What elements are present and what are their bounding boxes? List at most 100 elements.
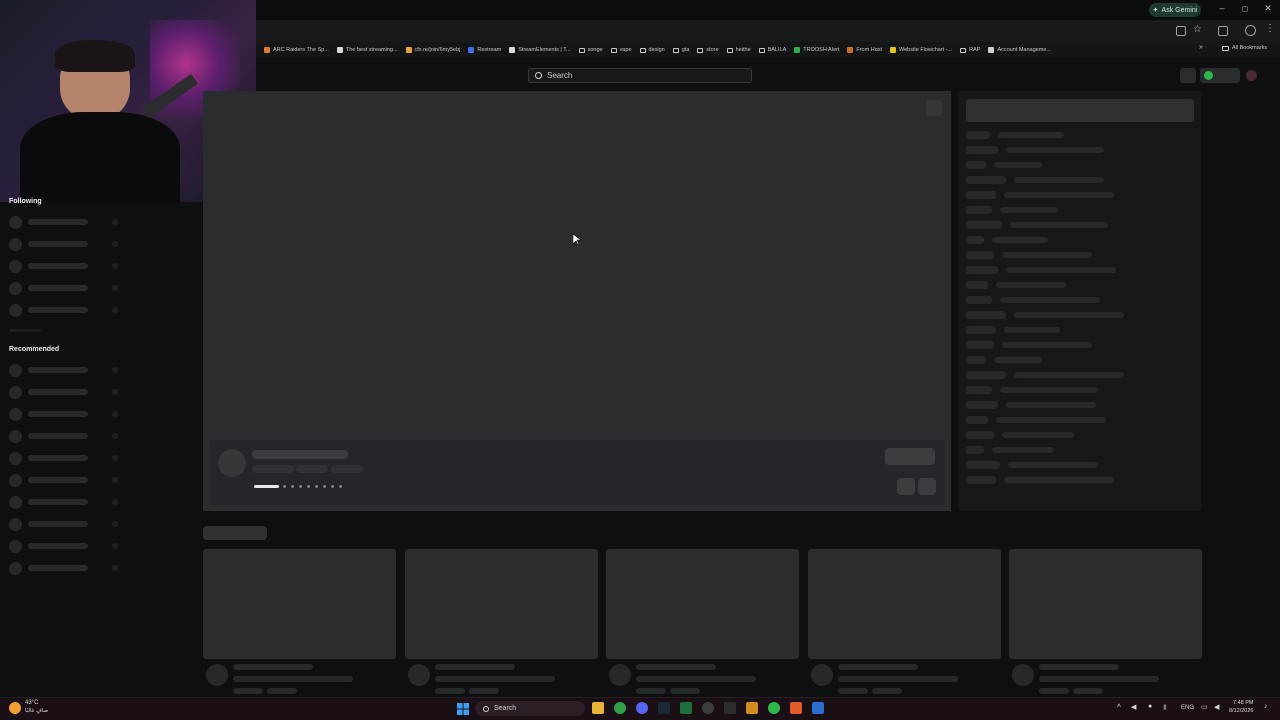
carousel-dot[interactable] xyxy=(323,485,326,488)
bookmarks-more-chevron[interactable]: » xyxy=(1199,44,1203,51)
mic-icon[interactable]: ▮ xyxy=(1163,703,1167,711)
app-icon[interactable] xyxy=(724,702,736,714)
channel-avatar[interactable] xyxy=(9,430,22,443)
bookmark-item[interactable]: Restream xyxy=(468,47,501,53)
channel-avatar[interactable] xyxy=(811,664,833,686)
channel-avatar[interactable] xyxy=(9,260,22,273)
carousel-dot[interactable] xyxy=(307,485,310,488)
chrome-icon[interactable] xyxy=(614,702,626,714)
channel-avatar[interactable] xyxy=(9,474,22,487)
network-icon[interactable]: ▭ xyxy=(1201,703,1208,711)
profile-icon[interactable] xyxy=(1245,25,1256,36)
app-icon[interactable] xyxy=(790,702,802,714)
tray-chevron-icon[interactable]: ˄ xyxy=(1117,703,1121,710)
recommended-heading: Recommended xyxy=(9,346,60,353)
stream-card-thumbnail[interactable] xyxy=(1009,549,1202,659)
speaker-icon[interactable]: ◀ xyxy=(1214,703,1219,711)
weather-icon[interactable] xyxy=(9,702,21,714)
channel-avatar[interactable] xyxy=(9,282,22,295)
close-button[interactable]: ✕ xyxy=(1261,3,1275,14)
language-indicator[interactable]: ENG xyxy=(1181,705,1194,711)
bookmark-item[interactable]: heithe xyxy=(726,47,751,53)
tray-app-icon[interactable]: ● xyxy=(1148,703,1152,710)
following-heading: Following xyxy=(9,198,42,205)
carousel-dot[interactable] xyxy=(299,485,302,488)
obs-icon[interactable] xyxy=(702,702,714,714)
bookmark-item[interactable]: From Host xyxy=(847,47,882,53)
channel-avatar[interactable] xyxy=(9,496,22,509)
channel-avatar[interactable] xyxy=(9,386,22,399)
translate-icon[interactable] xyxy=(1176,26,1186,36)
bookmark-item[interactable]: ARC Raiders The Sp... xyxy=(264,47,329,53)
minimize-button[interactable]: – xyxy=(1215,3,1229,13)
channel-avatar[interactable] xyxy=(1012,664,1034,686)
bookmark-item[interactable]: songe xyxy=(578,47,603,53)
app-icon[interactable] xyxy=(746,702,758,714)
player-corner-button[interactable] xyxy=(926,100,942,116)
steam-icon[interactable] xyxy=(658,702,670,714)
bookmark-item[interactable]: cfx.re/join/6my5ebj xyxy=(405,47,460,53)
app-icon[interactable] xyxy=(812,702,824,714)
carousel-dot[interactable] xyxy=(315,485,318,488)
avatar[interactable] xyxy=(1246,70,1257,81)
carousel-dot[interactable] xyxy=(331,485,334,488)
bookmark-item[interactable]: TROOSH Alert xyxy=(794,47,839,53)
channel-avatar[interactable] xyxy=(206,664,228,686)
discord-icon[interactable] xyxy=(636,702,648,714)
channel-avatar[interactable] xyxy=(9,364,22,377)
channel-avatar[interactable] xyxy=(9,562,22,575)
list-item-placeholder xyxy=(966,191,996,199)
clock-time[interactable]: 7:48 PM xyxy=(1233,700,1253,706)
app-icon[interactable] xyxy=(680,702,692,714)
bookmark-item[interactable]: design xyxy=(639,47,665,53)
next-button[interactable] xyxy=(918,478,936,495)
list-item-placeholder xyxy=(966,431,994,439)
channel-avatar[interactable] xyxy=(218,449,246,477)
channel-avatar[interactable] xyxy=(9,216,22,229)
carousel-dot-active[interactable] xyxy=(254,485,279,488)
watch-button-placeholder[interactable] xyxy=(885,448,935,465)
carousel-dot[interactable] xyxy=(339,485,342,488)
stream-card-thumbnail[interactable] xyxy=(808,549,1001,659)
bookmark-item[interactable]: gta xyxy=(672,47,689,53)
all-bookmarks[interactable]: All Bookmarks xyxy=(1222,45,1267,51)
bookmark-item[interactable]: RAP xyxy=(960,47,980,53)
channel-avatar[interactable] xyxy=(408,664,430,686)
extensions-icon[interactable] xyxy=(1218,26,1228,36)
app-icon[interactable] xyxy=(768,702,780,714)
channel-avatar[interactable] xyxy=(9,304,22,317)
channel-avatar[interactable] xyxy=(9,518,22,531)
bookmark-item[interactable]: StreamElements | T... xyxy=(509,47,571,53)
channel-avatar[interactable] xyxy=(609,664,631,686)
bookmark-item[interactable]: BALILA xyxy=(758,47,786,53)
stream-card-thumbnail[interactable] xyxy=(203,549,396,659)
star-bookmark-icon[interactable]: ☆ xyxy=(1193,24,1202,35)
carousel-dot[interactable] xyxy=(283,485,286,488)
taskbar-search[interactable]: Search xyxy=(475,701,585,716)
windows-start-icon[interactable] xyxy=(457,702,469,715)
bookmark-item[interactable]: Account Manageme... xyxy=(988,47,1051,53)
volume-icon[interactable]: ◀ xyxy=(1131,703,1136,711)
stream-card-thumbnail[interactable] xyxy=(606,549,799,659)
maximize-button[interactable]: ▢ xyxy=(1238,5,1252,13)
channel-avatar[interactable] xyxy=(9,540,22,553)
menu-dots-icon[interactable]: ⋮ xyxy=(1265,23,1275,34)
clock-date[interactable]: 8/12/2026 xyxy=(1229,708,1253,714)
bookmark-item[interactable]: The best streaming... xyxy=(336,47,398,53)
file-explorer-icon[interactable] xyxy=(592,702,604,714)
channel-avatar[interactable] xyxy=(9,452,22,465)
bookmark-label: Account Manageme... xyxy=(997,47,1051,53)
carousel-dot[interactable] xyxy=(291,485,294,488)
channel-avatar[interactable] xyxy=(9,238,22,251)
bookmarks-bar: ARC Raiders The Sp... The best streaming.… xyxy=(256,42,1280,58)
stream-card-thumbnail[interactable] xyxy=(405,549,598,659)
notifications-button[interactable] xyxy=(1180,68,1196,83)
bookmark-item[interactable]: store xyxy=(697,47,719,53)
bookmark-item[interactable]: Website Flowchart -... xyxy=(890,47,952,53)
channel-avatar[interactable] xyxy=(9,408,22,421)
notification-bell-icon[interactable]: ♪ xyxy=(1264,703,1268,710)
search-input[interactable]: Search xyxy=(528,68,752,83)
ask-gemini-button[interactable]: ✦ Ask Gemini xyxy=(1149,3,1201,17)
bookmark-item[interactable]: vape xyxy=(610,47,632,53)
prev-button[interactable] xyxy=(897,478,915,495)
